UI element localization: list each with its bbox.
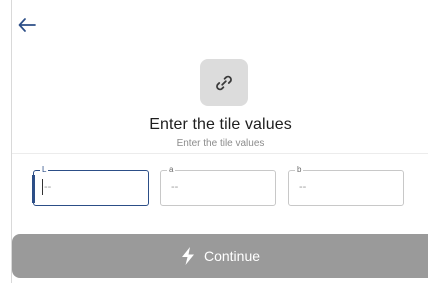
b-value-field[interactable]: b -- (288, 165, 404, 206)
screen: Enter the tile values Enter the tile val… (11, 0, 428, 283)
focus-accent (32, 175, 35, 203)
l-field-value: -- (44, 181, 52, 193)
a-value-field[interactable]: a -- (160, 165, 276, 206)
l-value-field[interactable]: L -- (32, 165, 149, 206)
text-caret (42, 179, 43, 195)
link-icon (216, 75, 232, 90)
back-button[interactable] (18, 18, 36, 32)
divider (12, 153, 428, 154)
lightning-bolt-icon (181, 247, 194, 265)
a-field-value: -- (171, 181, 179, 193)
page-subtitle: Enter the tile values (176, 138, 265, 149)
b-field-value: -- (299, 181, 307, 193)
link-icon-tile (200, 59, 248, 106)
b-field-label: b (295, 165, 304, 175)
page-title: Enter the tile values (149, 116, 292, 133)
continue-button[interactable]: Continue (12, 234, 428, 278)
a-field-label: a (167, 165, 176, 175)
continue-label: Continue (203, 248, 261, 264)
arrow-left-icon (18, 18, 36, 32)
l-field-label: L (40, 165, 49, 175)
